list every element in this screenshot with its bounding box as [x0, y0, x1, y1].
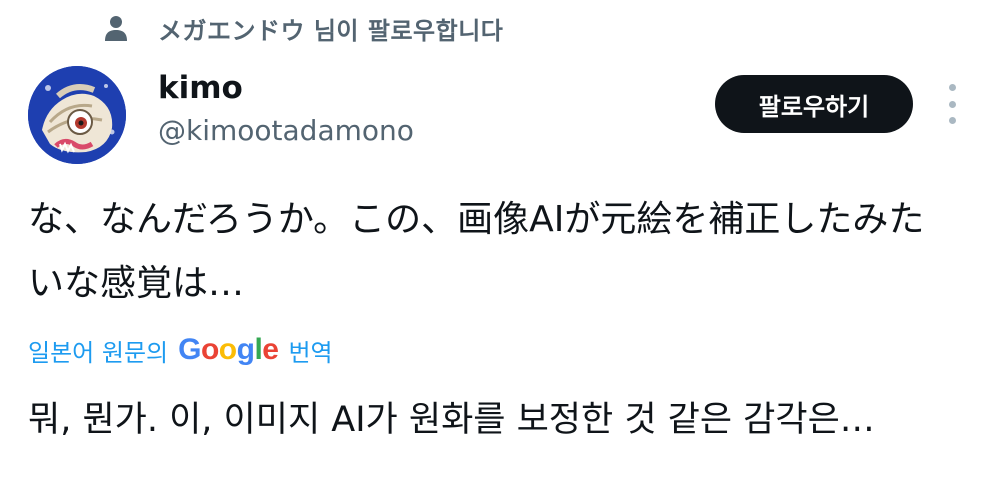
display-name[interactable]: kimo — [158, 70, 243, 106]
more-options-button[interactable] — [940, 84, 964, 124]
person-icon — [104, 14, 128, 42]
translation-label[interactable]: 일본어 원문의 Google 번역 — [28, 330, 333, 370]
more-vertical-icon-dot — [948, 100, 956, 108]
social-context[interactable]: メガエンドウ 님이 팔로우합니다 — [104, 10, 503, 46]
avatar[interactable] — [28, 66, 126, 164]
avatar-illustration — [28, 66, 126, 164]
translation-label-prefix: 일본어 원문의 — [28, 338, 169, 367]
translation-label-suffix: 번역 — [288, 338, 333, 367]
follow-button[interactable]: 팔로우하기 — [715, 75, 913, 133]
more-vertical-icon — [948, 84, 956, 91]
google-logo: Google — [178, 333, 279, 366]
social-context-text: メガエンドウ 님이 팔로우합니다 — [158, 16, 504, 45]
user-handle[interactable]: @kimootadamono — [158, 114, 414, 147]
tweet-text: な、なんだろうか。この、画像AIが元絵を補正したみたいな感覚は… — [28, 199, 925, 304]
more-vertical-icon-dot — [948, 117, 956, 124]
translated-text: 뭐, 뭔가. 이, 이미지 AI가 원화를 보정한 것 같은 감각은… — [28, 400, 875, 440]
